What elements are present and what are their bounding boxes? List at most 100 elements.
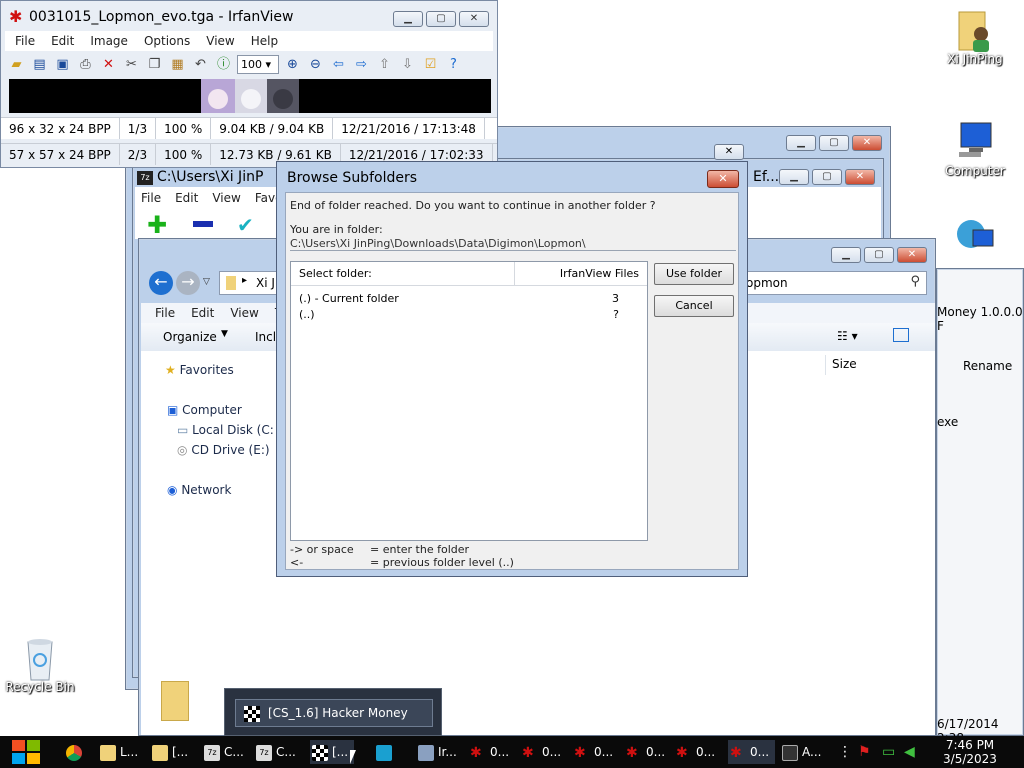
view-options-icon[interactable]: ☷ ▾ [837, 329, 858, 343]
taskbar-item[interactable]: 7z C... [204, 740, 244, 764]
taskbar-item[interactable] [376, 740, 396, 764]
taskbar-item[interactable]: [... [152, 740, 188, 764]
taskbar-overflow-icon[interactable]: ⋮ [838, 740, 852, 764]
delete-icon[interactable]: ✕ [99, 55, 118, 74]
paste-icon[interactable]: ▦ [168, 55, 187, 74]
properties-icon[interactable]: ☑ [421, 55, 440, 74]
menu-view[interactable]: View [230, 306, 258, 320]
save-icon[interactable]: ▣ [53, 55, 72, 74]
use-folder-button[interactable]: Use folder [654, 263, 734, 285]
dialog-close-button[interactable]: ✕ [707, 170, 739, 188]
back-button[interactable]: ← [149, 271, 173, 295]
taskbar-item-active[interactable]: [... [310, 740, 355, 764]
zoom-out-icon[interactable]: ⊖ [306, 55, 325, 74]
flag-icon[interactable]: ⚑ [858, 740, 871, 764]
taskbar-item[interactable]: Ir... [418, 740, 457, 764]
desktop-icon-network[interactable] [935, 216, 1015, 260]
folder-list[interactable]: Select folder: IrfanView Files (.) - Cur… [290, 261, 648, 541]
menu-image[interactable]: Image [90, 34, 128, 48]
column-irfanview-files[interactable]: IrfanView Files [515, 262, 647, 285]
desktop-icon-computer[interactable]: Computer [935, 120, 1015, 178]
network-tray-icon[interactable]: ▭ [882, 740, 895, 764]
preview-pane-icon[interactable] [893, 328, 909, 342]
copy-icon[interactable]: ❐ [145, 55, 164, 74]
taskbar-item[interactable]: ✱ 0... [574, 740, 613, 764]
menu-edit[interactable]: Edit [175, 191, 198, 205]
desktop-icon-recycle-bin[interactable]: Recycle Bin [0, 636, 80, 694]
zoom-select[interactable]: 100 ▾ [237, 55, 279, 74]
extract-icon[interactable] [193, 221, 213, 227]
menu-options[interactable]: Options [144, 34, 190, 48]
taskbar-preview[interactable]: [CS_1.6] Hacker Money [224, 688, 442, 736]
close-button[interactable]: ✕ [845, 169, 875, 185]
search-input[interactable]: opmon ⚲ [739, 271, 927, 295]
previous-icon[interactable]: ⇦ [329, 55, 348, 74]
organize-button[interactable]: Organize [163, 330, 217, 344]
taskbar-item[interactable]: 7z C... [256, 740, 296, 764]
taskbar-item[interactable]: L... [100, 740, 138, 764]
maximize-button[interactable]: ▢ [426, 11, 456, 27]
info-icon[interactable]: ⓘ [214, 55, 233, 74]
taskbar-item[interactable]: ✱ 0... [470, 740, 509, 764]
column-select-folder[interactable]: Select folder: [291, 262, 515, 285]
menu-edit[interactable]: Edit [51, 34, 74, 48]
help-icon[interactable]: ? [444, 55, 463, 74]
open-icon[interactable]: ▰ [7, 55, 26, 74]
nav-computer[interactable]: ▣ Computer [167, 403, 242, 417]
add-icon[interactable]: ✚ [147, 213, 167, 237]
last-icon[interactable]: ⇩ [398, 55, 417, 74]
maximize-button[interactable]: ▢ [864, 247, 894, 263]
zoom-in-icon[interactable]: ⊕ [283, 55, 302, 74]
close-button[interactable]: ✕ [897, 247, 927, 263]
start-button[interactable] [10, 738, 42, 766]
close-button[interactable]: ✕ [714, 144, 744, 160]
rename-button[interactable]: Rename [963, 359, 1012, 373]
minimize-button[interactable]: ▁ [393, 11, 423, 27]
image-canvas[interactable] [9, 79, 491, 113]
recent-chevron-icon[interactable]: ▽ [203, 277, 210, 287]
menu-file[interactable]: File [141, 191, 161, 205]
irfanview-window[interactable]: ✱ 0031015_Lopmon_evo.tga - IrfanView ▁ ▢… [0, 0, 498, 168]
search-icon[interactable]: ⚲ [910, 274, 920, 289]
menu-view[interactable]: View [206, 34, 234, 48]
close-button[interactable]: ✕ [852, 135, 882, 151]
undo-icon[interactable]: ↶ [191, 55, 210, 74]
print-icon[interactable]: ⎙ [76, 55, 95, 74]
nav-network[interactable]: ◉ Network [167, 483, 231, 497]
taskbar-item[interactable]: ✱ 0... [676, 740, 715, 764]
cancel-button[interactable]: Cancel [654, 295, 734, 317]
volume-icon[interactable]: ◀ [904, 740, 915, 764]
nav-cd-drive[interactable]: ◎ CD Drive (E:) [177, 443, 270, 457]
size-column-header[interactable]: Size [825, 355, 901, 375]
taskbar-item[interactable]: ✱ 0... [626, 740, 665, 764]
taskbar-item[interactable]: A... [782, 740, 821, 764]
taskbar-preview-item[interactable]: [CS_1.6] Hacker Money [235, 699, 433, 727]
menu-edit[interactable]: Edit [191, 306, 214, 320]
close-button[interactable]: ✕ [459, 11, 489, 27]
folder-row-parent[interactable]: (..) ? [291, 308, 647, 324]
desktop-icon-user[interactable]: Xi JinPing [935, 8, 1015, 66]
menu-file[interactable]: File [15, 34, 35, 48]
slideshow-icon[interactable]: ▤ [30, 55, 49, 74]
menu-help[interactable]: Help [251, 34, 278, 48]
minimize-button[interactable]: ▁ [831, 247, 861, 263]
cut-icon[interactable]: ✂ [122, 55, 141, 74]
maximize-button[interactable]: ▢ [812, 169, 842, 185]
nav-local-disk[interactable]: ▭ Local Disk (C: [177, 423, 274, 437]
taskbar-item-active[interactable]: ✱ 0... [728, 740, 776, 764]
maximize-button[interactable]: ▢ [819, 135, 849, 151]
taskbar-chrome[interactable] [66, 740, 86, 764]
taskbar-item[interactable]: ✱ 0... [522, 740, 561, 764]
folder-row-current[interactable]: (.) - Current folder 3 [291, 292, 647, 308]
menu-view[interactable]: View [212, 191, 240, 205]
minimize-button[interactable]: ▁ [786, 135, 816, 151]
background-window-right[interactable]: Money 1.0.0.0 F Rename exe 6/17/2014 2:3… [936, 268, 1024, 745]
clock[interactable]: 7:46 PM 3/5/2023 [930, 738, 1010, 766]
test-icon[interactable]: ✔ [237, 213, 254, 237]
menu-file[interactable]: File [155, 306, 175, 320]
browse-subfolders-dialog[interactable]: Browse Subfolders ✕ End of folder reache… [276, 161, 748, 577]
first-icon[interactable]: ⇧ [375, 55, 394, 74]
forward-button[interactable]: → [176, 271, 200, 295]
folder-icon[interactable] [161, 681, 189, 721]
nav-favorites[interactable]: ★ Favorites [165, 363, 234, 377]
